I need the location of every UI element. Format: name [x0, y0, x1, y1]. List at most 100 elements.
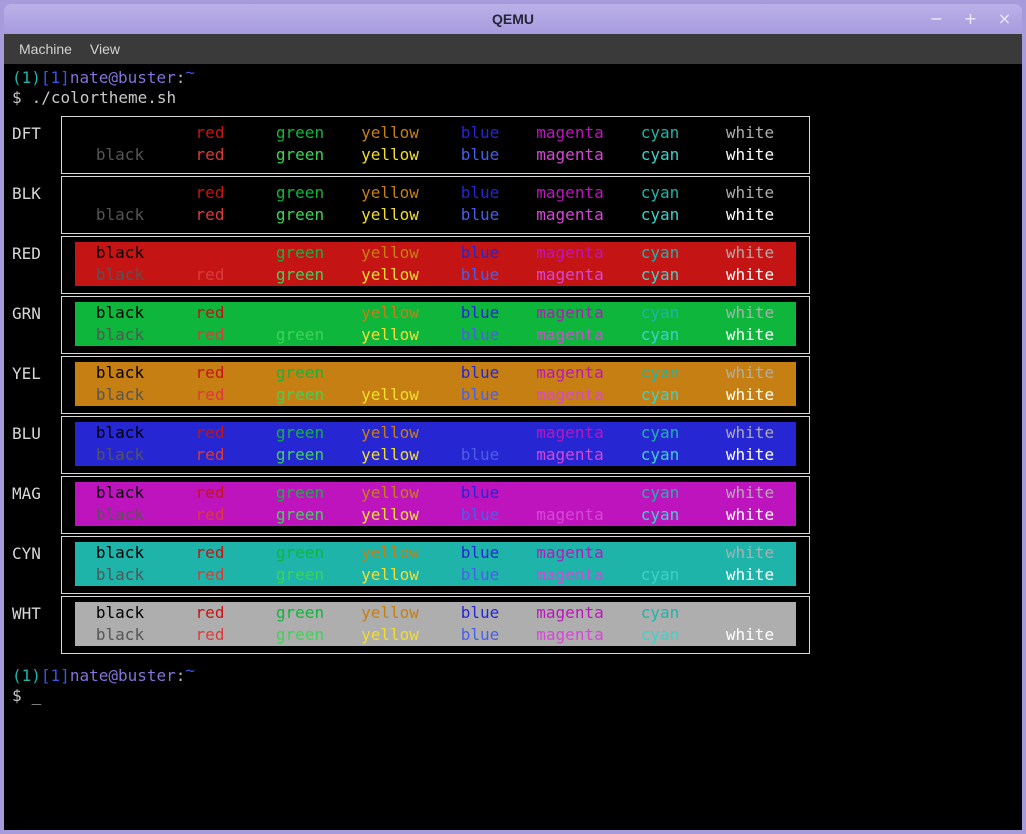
color-name-yellow-normal: yellow — [345, 302, 435, 324]
color-name-green-normal: green — [255, 362, 345, 384]
terminal-cursor[interactable]: _ — [32, 686, 42, 705]
color-name-blue-bright: blue — [435, 624, 525, 646]
color-name-red-bright: red — [165, 444, 255, 466]
prompt-window-index: (1) — [12, 666, 41, 685]
minimize-button-icon[interactable]: − — [929, 11, 944, 27]
row-swatch: blackredgreenyellowbluemagentacyanwhite … — [75, 122, 796, 166]
color-name-cyan-bright: cyan — [615, 564, 705, 586]
prompt-user-host: nate@buster — [70, 666, 176, 685]
bright-colors-line: blackredgreenyellowbluemagentacyanwhite — [75, 504, 796, 526]
color-name-black-normal: black — [75, 182, 165, 204]
color-name-blue-normal: blue — [435, 602, 525, 624]
color-name-yellow-normal: yellow — [345, 182, 435, 204]
normal-colors-line: blackredgreenyellowbluemagentacyanwhite — [75, 422, 796, 444]
qemu-window: QEMU − + × Machine View (1)[1]nate@buste… — [0, 0, 1026, 834]
color-row: GRN blackredgreenyellowbluemagentacyanwh… — [12, 296, 1022, 354]
color-name-cyan-bright: cyan — [615, 144, 705, 166]
normal-colors-line: blackredgreenyellowbluemagentacyanwhite — [75, 602, 796, 624]
color-name-white-normal: white — [705, 542, 795, 564]
color-name-cyan-normal: cyan — [615, 542, 705, 564]
maximize-button-icon[interactable]: + — [963, 11, 978, 27]
prompt-cwd: ~ — [185, 63, 195, 82]
normal-colors-line: blackredgreenyellowbluemagentacyanwhite — [75, 242, 796, 264]
color-name-red-bright: red — [165, 624, 255, 646]
color-name-black-bright: black — [75, 624, 165, 646]
color-name-yellow-bright: yellow — [345, 624, 435, 646]
color-name-blue-normal: blue — [435, 302, 525, 324]
color-name-blue-normal: blue — [435, 122, 525, 144]
prompt-dollar: $ — [12, 88, 22, 107]
color-name-red-normal: red — [165, 542, 255, 564]
menu-view[interactable]: View — [81, 37, 129, 61]
color-name-blue-normal: blue — [435, 422, 525, 444]
color-name-black-bright: black — [75, 324, 165, 346]
color-name-red-normal: red — [165, 302, 255, 324]
menubar: Machine View — [4, 34, 1022, 64]
color-name-green-normal: green — [255, 122, 345, 144]
color-name-yellow-bright: yellow — [345, 384, 435, 406]
cursor-line: $_ — [12, 686, 1022, 706]
color-row: CYN blackredgreenyellowbluemagentacyanwh… — [12, 536, 1022, 594]
close-button-icon[interactable]: × — [997, 11, 1012, 27]
row-box: blackredgreenyellowbluemagentacyanwhite … — [61, 536, 810, 594]
color-row: WHT blackredgreenyellowbluemagentacyanwh… — [12, 596, 1022, 654]
color-name-green-bright: green — [255, 564, 345, 586]
color-name-white-normal: white — [705, 182, 795, 204]
row-label: BLK — [12, 176, 61, 234]
color-row: BLU blackredgreenyellowbluemagentacyanwh… — [12, 416, 1022, 474]
color-name-white-bright: white — [705, 144, 795, 166]
window-controls: − + × — [929, 4, 1012, 34]
command-line: $./colortheme.sh — [12, 88, 1022, 108]
color-row: BLK blackredgreenyellowbluemagentacyanwh… — [12, 176, 1022, 234]
color-name-cyan-bright: cyan — [615, 624, 705, 646]
color-row: DFT blackredgreenyellowbluemagentacyanwh… — [12, 116, 1022, 174]
row-label: CYN — [12, 536, 61, 594]
color-name-green-bright: green — [255, 324, 345, 346]
color-name-magenta-normal: magenta — [525, 602, 615, 624]
color-name-yellow-bright: yellow — [345, 564, 435, 586]
prompt-dollar: $ — [12, 686, 22, 705]
row-swatch: blackredgreenyellowbluemagentacyanwhite … — [75, 602, 796, 646]
row-box: blackredgreenyellowbluemagentacyanwhite … — [61, 596, 810, 654]
titlebar[interactable]: QEMU − + × — [4, 4, 1022, 34]
normal-colors-line: blackredgreenyellowbluemagentacyanwhite — [75, 302, 796, 324]
color-name-yellow-normal: yellow — [345, 362, 435, 384]
color-name-black-bright: black — [75, 144, 165, 166]
terminal-screen[interactable]: (1)[1]nate@buster:~ $./colortheme.sh DFT… — [4, 64, 1022, 830]
color-name-blue-bright: blue — [435, 204, 525, 226]
color-name-white-normal: white — [705, 122, 795, 144]
color-name-yellow-normal: yellow — [345, 602, 435, 624]
row-swatch: blackredgreenyellowbluemagentacyanwhite … — [75, 302, 796, 346]
color-name-magenta-bright: magenta — [525, 624, 615, 646]
row-box: blackredgreenyellowbluemagentacyanwhite … — [61, 236, 810, 294]
menu-machine[interactable]: Machine — [10, 37, 81, 61]
color-name-magenta-normal: magenta — [525, 482, 615, 504]
color-name-cyan-bright: cyan — [615, 324, 705, 346]
row-swatch: blackredgreenyellowbluemagentacyanwhite … — [75, 482, 796, 526]
color-name-yellow-normal: yellow — [345, 422, 435, 444]
prompt-pane-index: [1] — [41, 68, 70, 87]
row-box: blackredgreenyellowbluemagentacyanwhite … — [61, 296, 810, 354]
color-name-white-bright: white — [705, 564, 795, 586]
bright-colors-line: blackredgreenyellowbluemagentacyanwhite — [75, 144, 796, 166]
color-name-black-bright: black — [75, 264, 165, 286]
color-name-magenta-bright: magenta — [525, 444, 615, 466]
color-name-blue-bright: blue — [435, 444, 525, 466]
color-name-yellow-normal: yellow — [345, 242, 435, 264]
color-name-yellow-bright: yellow — [345, 504, 435, 526]
color-name-cyan-normal: cyan — [615, 482, 705, 504]
color-name-black-bright: black — [75, 504, 165, 526]
bright-colors-line: blackredgreenyellowbluemagentacyanwhite — [75, 264, 796, 286]
window-title: QEMU — [492, 11, 534, 27]
color-row: MAG blackredgreenyellowbluemagentacyanwh… — [12, 476, 1022, 534]
color-name-green-normal: green — [255, 542, 345, 564]
color-name-green-normal: green — [255, 242, 345, 264]
bright-colors-line: blackredgreenyellowbluemagentacyanwhite — [75, 444, 796, 466]
row-swatch: blackredgreenyellowbluemagentacyanwhite … — [75, 362, 796, 406]
color-name-yellow-bright: yellow — [345, 144, 435, 166]
color-name-black-normal: black — [75, 602, 165, 624]
color-name-green-bright: green — [255, 204, 345, 226]
color-name-white-normal: white — [705, 302, 795, 324]
prompt-user-host: nate@buster — [70, 68, 176, 87]
color-name-magenta-normal: magenta — [525, 182, 615, 204]
